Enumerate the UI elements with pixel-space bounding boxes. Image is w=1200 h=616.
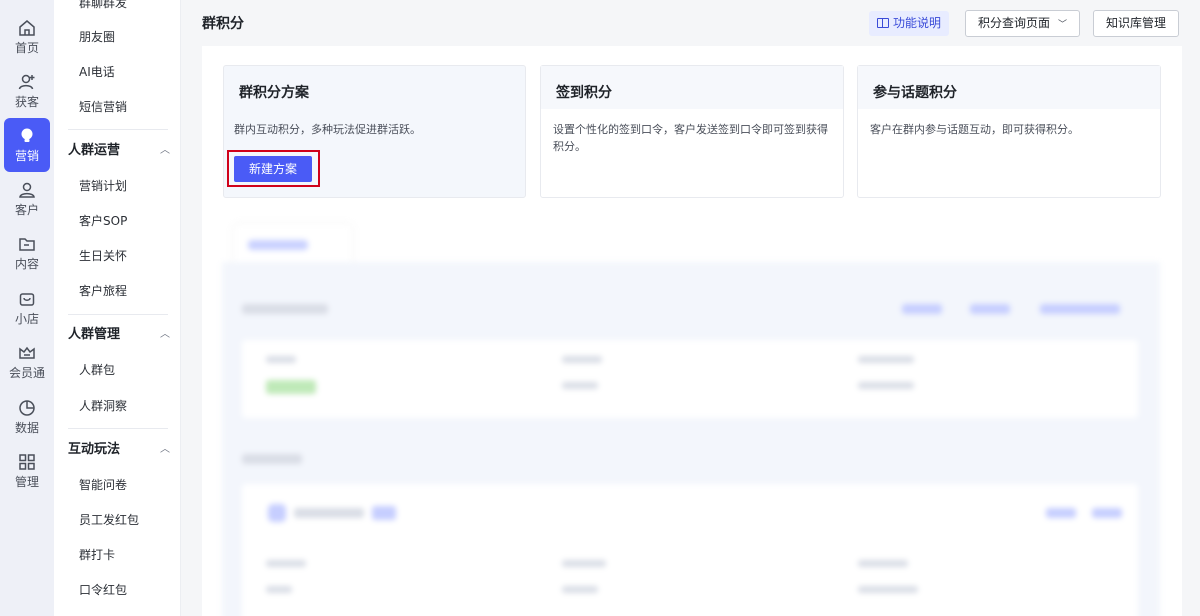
user-add-icon: [18, 74, 35, 90]
nav-membership[interactable]: 会员通: [0, 335, 54, 389]
grid-icon: [19, 454, 35, 470]
home-icon: [19, 20, 35, 36]
highlight-box: 新建方案: [227, 150, 320, 187]
divider: [68, 428, 168, 429]
card-points-plan: 群积分方案 群内互动积分，多种玩法促进群活跃。 新建方案: [223, 65, 526, 198]
card-topic-points[interactable]: 参与话题积分 客户在群内参与话题互动，即可获得积分。: [857, 65, 1161, 198]
nav-content-label: 内容: [14, 257, 39, 271]
subnav-item[interactable]: 人群包: [79, 360, 115, 380]
nav-membership-label: 会员通: [8, 366, 45, 380]
subnav-item[interactable]: 群聊群发: [79, 0, 127, 13]
nav-shop-label: 小店: [14, 312, 39, 326]
page-title: 群积分: [202, 16, 244, 32]
chevron-up-icon: ︿: [160, 145, 170, 156]
blurred-panel: [222, 262, 1160, 616]
points-query-label: 积分查询页面: [978, 16, 1051, 30]
bulb-icon: [21, 128, 33, 142]
card-description: 客户在群内参与话题互动，即可获得积分。: [870, 123, 1079, 136]
nav-home-label: 首页: [14, 41, 39, 55]
subnav-item[interactable]: 营销计划: [79, 176, 127, 196]
pie-chart-icon: [19, 400, 35, 416]
card-description: 群内互动积分，多种玩法促进群活跃。: [234, 123, 421, 136]
card-checkin-points[interactable]: 签到积分 设置个性化的签到口令，客户发送签到口令即可签到获得积分。: [540, 65, 844, 198]
secondary-nav: 群聊群发 朋友圈 AI电话 短信营销 人群运营 ︿ 营销计划 客户SOP 生日关…: [54, 0, 181, 616]
knowledge-base-label: 知识库管理: [1106, 16, 1167, 30]
subnav-item[interactable]: 朋友圈: [79, 27, 115, 47]
card-description: 设置个性化的签到口令，客户发送签到口令即可签到获得积分。: [553, 123, 828, 153]
subnav-item[interactable]: AI电话: [79, 62, 115, 82]
divider: [68, 314, 168, 315]
nav-home[interactable]: 首页: [0, 10, 54, 64]
nav-manage[interactable]: 管理: [0, 444, 54, 498]
subnav-item[interactable]: 口令红包: [79, 580, 127, 600]
subnav-item[interactable]: 员工发红包: [79, 510, 139, 530]
main-panel: 群积分方案 群内互动积分，多种玩法促进群活跃。 新建方案 签到积分 设置个性化的…: [202, 46, 1182, 616]
subnav-item[interactable]: 生日关怀: [79, 246, 127, 266]
book-icon: [877, 18, 889, 28]
page-header: 群积分 功能说明 积分查询页面 ﹀ 知识库管理: [181, 0, 1200, 46]
subnav-item[interactable]: 短信营销: [79, 97, 127, 117]
user-icon: [19, 182, 35, 198]
subnav-group-label: 人群管理: [68, 327, 121, 342]
nav-customer-label: 客户: [14, 203, 39, 217]
nav-marketing-label: 营销: [14, 149, 39, 163]
blurred-content-area: [222, 218, 1162, 616]
chevron-up-icon: ︿: [160, 329, 170, 340]
crown-icon: [19, 346, 35, 359]
nav-acquire-label: 获客: [14, 95, 39, 109]
card-title: 签到积分: [541, 66, 843, 109]
subnav-group-label: 互动玩法: [68, 442, 121, 457]
subnav-item[interactable]: 客户旅程: [79, 281, 127, 301]
subnav-group-crowd-manage[interactable]: 人群管理 ︿: [68, 325, 170, 345]
nav-data[interactable]: 数据: [0, 390, 54, 444]
chevron-down-icon: ﹀: [1058, 20, 1068, 30]
nav-content[interactable]: 内容: [0, 226, 54, 280]
folder-icon: [19, 238, 35, 251]
nav-customer[interactable]: 客户: [0, 172, 54, 226]
knowledge-base-button[interactable]: 知识库管理: [1093, 10, 1180, 37]
nav-acquire[interactable]: 获客: [0, 64, 54, 118]
new-plan-button[interactable]: 新建方案: [234, 156, 312, 182]
subnav-group-crowd-ops[interactable]: 人群运营 ︿: [68, 141, 170, 161]
chevron-up-icon: ︿: [160, 444, 170, 455]
subnav-item[interactable]: 人群洞察: [79, 396, 127, 416]
nav-manage-label: 管理: [14, 475, 39, 489]
feature-help-label: 功能说明: [893, 16, 942, 30]
primary-nav-rail: 首页 获客 营销 客户 内容 小店 会员通 数据 管理: [0, 0, 54, 616]
subnav-item[interactable]: 客户SOP: [79, 211, 127, 231]
subnav-group-label: 人群运营: [68, 143, 121, 158]
nav-shop[interactable]: 小店: [0, 281, 54, 335]
points-query-dropdown[interactable]: 积分查询页面 ﹀: [965, 10, 1081, 37]
subnav-item[interactable]: 智能问卷: [79, 475, 127, 495]
subnav-group-interactive[interactable]: 互动玩法 ︿: [68, 440, 170, 460]
divider: [68, 129, 168, 130]
card-title: 群积分方案: [239, 85, 309, 101]
nav-marketing[interactable]: 营销: [4, 118, 50, 172]
shop-icon: [19, 293, 35, 306]
nav-data-label: 数据: [14, 421, 39, 435]
feature-help-button[interactable]: 功能说明: [869, 11, 950, 36]
subnav-item[interactable]: 群打卡: [79, 545, 115, 565]
card-title: 参与话题积分: [858, 66, 1160, 109]
